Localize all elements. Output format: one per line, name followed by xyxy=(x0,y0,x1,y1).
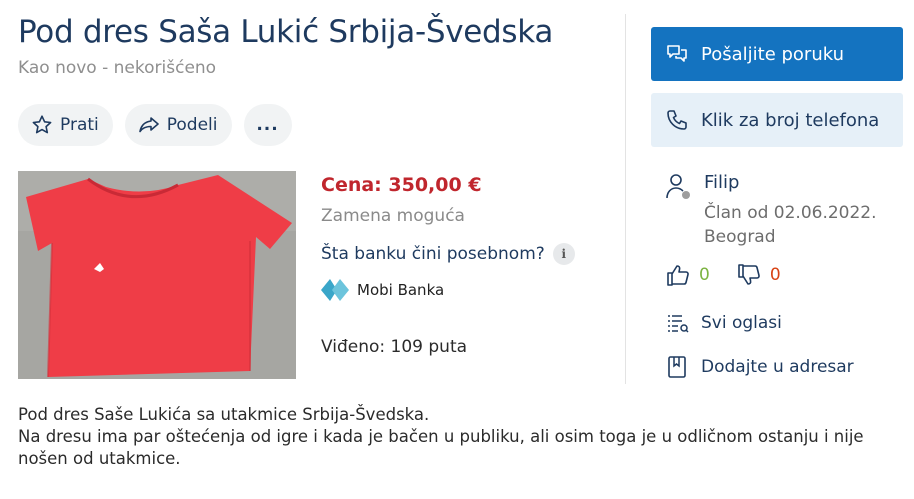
bank-name: Mobi Banka xyxy=(357,281,445,299)
star-icon xyxy=(32,115,52,134)
negative-count: 0 xyxy=(769,265,781,285)
share-label: Podeli xyxy=(166,115,218,135)
bank-question-link[interactable]: Šta banku čini posebnom? i xyxy=(321,243,575,265)
member-since: Član od 02.06.2022. xyxy=(704,203,877,223)
address-book-icon xyxy=(668,356,686,378)
description-line: Na dresu ima par oštećenja od igre i kad… xyxy=(18,427,864,468)
user-icon xyxy=(666,174,690,199)
seller-info: Filip Član od 02.06.2022. Beograd xyxy=(664,172,877,249)
listing-title: Pod dres Saša Lukić Srbija-Švedska xyxy=(18,14,554,50)
add-to-address-book-label: Dodajte u adresar xyxy=(701,357,854,377)
seller-name[interactable]: Filip xyxy=(704,172,877,193)
all-ads-label: Svi oglasi xyxy=(701,313,782,333)
action-bar: Prati Podeli ... xyxy=(18,104,292,146)
bank-logo[interactable]: Mobi Banka xyxy=(321,277,444,303)
chat-icon xyxy=(667,45,687,62)
share-icon xyxy=(138,117,159,133)
follow-button[interactable]: Prati xyxy=(18,104,113,146)
send-message-label: Pošaljite poruku xyxy=(701,43,845,65)
item-condition: Kao novo - nekorišćeno xyxy=(18,58,217,78)
view-count: Viđeno: 109 puta xyxy=(321,337,468,357)
positive-count: 0 xyxy=(699,265,710,285)
bank-logo-icon xyxy=(321,279,349,301)
follow-label: Prati xyxy=(60,115,99,135)
thumbs-down-icon xyxy=(738,264,760,285)
seller-city: Beograd xyxy=(704,227,776,247)
add-to-address-book-link[interactable]: Dodajte u adresar xyxy=(665,355,854,379)
listing-photo[interactable] xyxy=(18,171,296,379)
all-ads-link[interactable]: Svi oglasi xyxy=(665,311,782,335)
price: Cena: 350,00 € xyxy=(321,174,482,196)
send-message-button[interactable]: Pošaljite poruku xyxy=(651,27,903,81)
listing-description: Pod dres Saše Lukića sa utakmice Srbija-… xyxy=(18,404,898,470)
thumbs-up-icon xyxy=(667,265,689,286)
seller-rating: 0 0 xyxy=(665,262,781,288)
bank-question-text: Šta banku čini posebnom? xyxy=(321,244,545,264)
column-divider xyxy=(625,14,626,384)
phone-icon xyxy=(667,110,687,130)
share-button[interactable]: Podeli xyxy=(124,104,232,146)
more-button[interactable]: ... xyxy=(243,104,292,146)
jersey-image xyxy=(18,171,296,379)
description-line: Pod dres Saše Lukića sa utakmice Srbija-… xyxy=(18,405,430,424)
exchange-note: Zamena moguća xyxy=(321,206,465,226)
info-icon[interactable]: i xyxy=(552,243,575,265)
show-phone-label: Klik za broj telefona xyxy=(701,109,880,131)
list-icon xyxy=(668,315,689,333)
show-phone-button[interactable]: Klik za broj telefona xyxy=(651,93,903,147)
